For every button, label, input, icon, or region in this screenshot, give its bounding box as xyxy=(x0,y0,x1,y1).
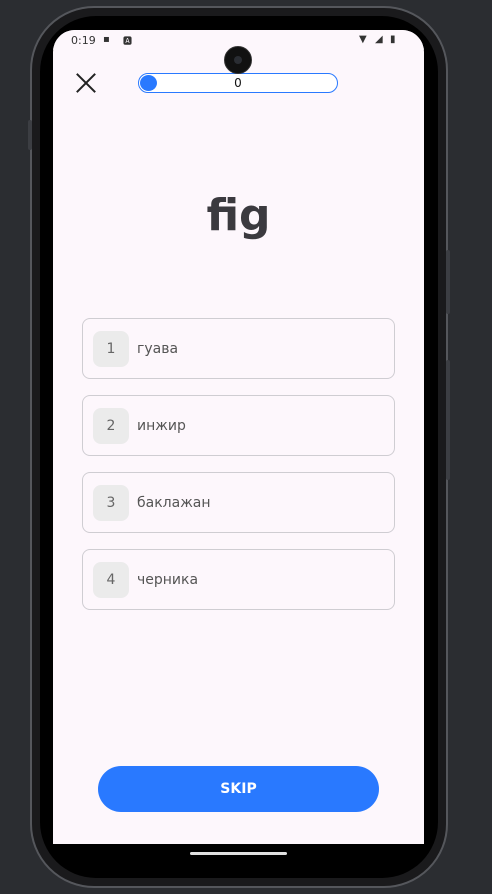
signal-icon: ◢ xyxy=(375,34,383,45)
option-label: черника xyxy=(137,572,199,588)
option-label: баклажан xyxy=(137,495,211,511)
power-button xyxy=(446,250,450,314)
option-label: гуава xyxy=(137,341,179,357)
answer-option-3[interactable]: 3 баклажан xyxy=(82,472,395,533)
quiz-word: fig xyxy=(206,190,271,241)
answer-option-4[interactable]: 4 черника xyxy=(82,549,395,610)
sim-card-icon: ▪ xyxy=(103,34,110,45)
progress-value: 0 xyxy=(234,76,242,90)
front-camera xyxy=(224,46,252,74)
status-time: 0:19 xyxy=(71,34,96,47)
option-label: инжир xyxy=(137,418,186,434)
volume-button xyxy=(446,360,450,480)
left-side-button xyxy=(28,120,32,150)
keyboard-a-icon: 🅰 xyxy=(123,37,133,47)
option-number: 4 xyxy=(93,562,129,598)
option-number: 3 xyxy=(93,485,129,521)
wifi-icon: ▼ xyxy=(359,34,367,45)
close-button[interactable] xyxy=(73,70,99,96)
home-indicator[interactable] xyxy=(190,852,287,855)
progress-bar: 0 xyxy=(138,73,338,93)
option-number: 1 xyxy=(93,331,129,367)
skip-button[interactable]: SKIP xyxy=(98,766,379,812)
battery-icon: ▮ xyxy=(390,34,396,45)
answer-options: 1 гуава 2 инжир 3 баклажан 4 черника xyxy=(82,318,395,626)
answer-option-1[interactable]: 1 гуава xyxy=(82,318,395,379)
app-screen: 0:19 ▪ 🅰 ▼ ◢ ▮ 0 fig 1 гуава 2 инжир 3 б… xyxy=(53,30,424,844)
option-number: 2 xyxy=(93,408,129,444)
answer-option-2[interactable]: 2 инжир xyxy=(82,395,395,456)
